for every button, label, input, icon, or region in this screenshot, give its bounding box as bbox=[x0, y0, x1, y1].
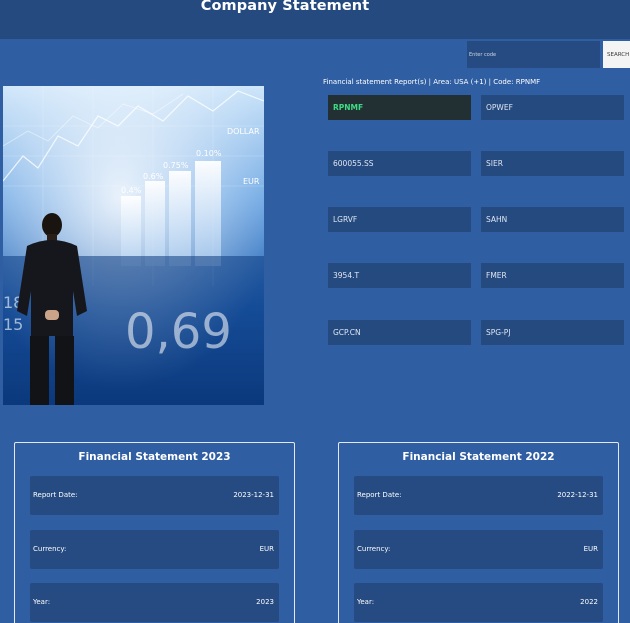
row-label: Year: bbox=[33, 598, 51, 606]
row-value: 2022 bbox=[580, 598, 598, 606]
report-date-row: Report Date: 2023-12-31 bbox=[30, 476, 279, 515]
code-button-spg-pj[interactable]: SPG-PJ bbox=[481, 320, 624, 345]
row-label: Report Date: bbox=[33, 491, 78, 499]
row-value: 2023 bbox=[256, 598, 274, 606]
hero-text-15: 15 bbox=[3, 315, 23, 334]
code-button-opwef[interactable]: OPWEF bbox=[481, 95, 624, 120]
search-button[interactable]: SEARCH bbox=[603, 41, 630, 68]
hero-text-eur: EUR bbox=[243, 177, 260, 186]
search-input[interactable] bbox=[467, 41, 600, 68]
hero-text-069: 0,69 bbox=[125, 304, 232, 360]
report-info-text: Financial statement Report(s) | Area: US… bbox=[323, 78, 541, 86]
row-label: Year: bbox=[357, 598, 375, 606]
hero-text-04: 0.4% bbox=[121, 186, 142, 195]
row-value: EUR bbox=[583, 545, 598, 553]
code-button-sahn[interactable]: SAHN bbox=[481, 207, 624, 232]
code-button-gcp-cn[interactable]: GCP.CN bbox=[328, 320, 471, 345]
report-date-row: Report Date: 2022-12-31 bbox=[354, 476, 603, 515]
hero-text-06: 0.6% bbox=[143, 172, 164, 181]
hero-text-dollar: DOLLAR bbox=[227, 127, 260, 136]
year-row: Year: 2023 bbox=[30, 583, 279, 622]
row-value: EUR bbox=[259, 545, 274, 553]
page-title: Company Statement bbox=[200, 0, 370, 14]
card-title: Financial Statement 2023 bbox=[78, 451, 231, 463]
hero-image: 0.4% 0.6% 0.75% 0.10% DOLLAR EUR 0,69 18… bbox=[3, 86, 264, 405]
currency-row: Currency: EUR bbox=[354, 530, 603, 569]
page-header: Company Statement bbox=[0, 0, 630, 39]
currency-row: Currency: EUR bbox=[30, 530, 279, 569]
row-label: Currency: bbox=[357, 545, 391, 553]
hero-text-075: 0.75% bbox=[163, 161, 189, 170]
code-button-sier[interactable]: SIER bbox=[481, 151, 624, 176]
code-button-lgrvf[interactable]: LGRVF bbox=[328, 207, 471, 232]
code-button-3954-t[interactable]: 3954.T bbox=[328, 263, 471, 288]
row-label: Currency: bbox=[33, 545, 67, 553]
code-button-fmer[interactable]: FMER bbox=[481, 263, 624, 288]
hero-text-010: 0.10% bbox=[196, 149, 222, 158]
code-button-rpnmf[interactable]: RPNMF bbox=[328, 95, 471, 120]
financial-statement-card-2023: Financial Statement 2023 Report Date: 20… bbox=[14, 442, 295, 623]
year-row: Year: 2022 bbox=[354, 583, 603, 622]
row-value: 2023-12-31 bbox=[233, 491, 274, 499]
row-value: 2022-12-31 bbox=[557, 491, 598, 499]
row-label: Report Date: bbox=[357, 491, 402, 499]
financial-statement-card-2022: Financial Statement 2022 Report Date: 20… bbox=[338, 442, 619, 623]
card-title: Financial Statement 2022 bbox=[402, 451, 555, 463]
code-button-600055-ss[interactable]: 600055.SS bbox=[328, 151, 471, 176]
